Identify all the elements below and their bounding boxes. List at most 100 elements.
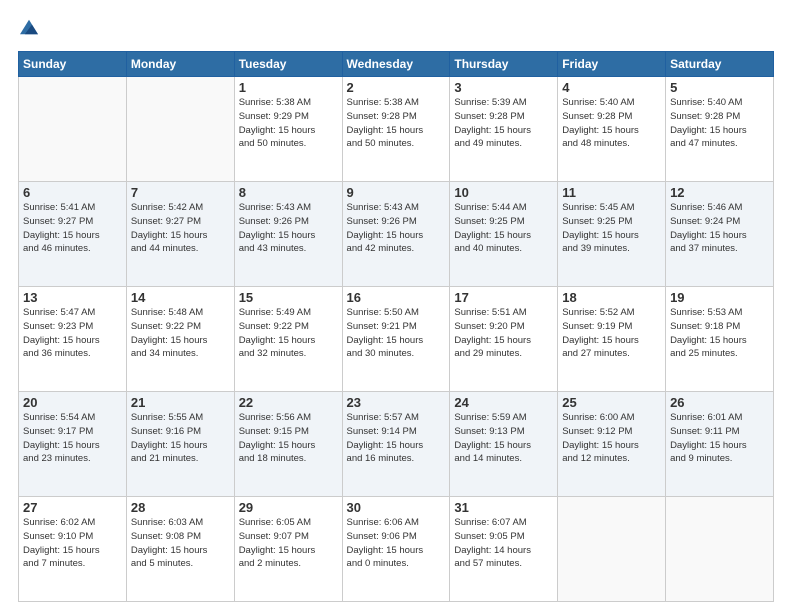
- calendar-cell: 6Sunrise: 5:41 AM Sunset: 9:27 PM Daylig…: [19, 182, 127, 287]
- day-number: 26: [670, 395, 769, 410]
- calendar-cell: 1Sunrise: 5:38 AM Sunset: 9:29 PM Daylig…: [234, 77, 342, 182]
- day-info: Sunrise: 5:47 AM Sunset: 9:23 PM Dayligh…: [23, 306, 122, 361]
- day-number: 15: [239, 290, 338, 305]
- day-number: 20: [23, 395, 122, 410]
- day-info: Sunrise: 6:05 AM Sunset: 9:07 PM Dayligh…: [239, 516, 338, 571]
- calendar-cell: 31Sunrise: 6:07 AM Sunset: 9:05 PM Dayli…: [450, 497, 558, 602]
- calendar-cell: 5Sunrise: 5:40 AM Sunset: 9:28 PM Daylig…: [666, 77, 774, 182]
- day-number: 11: [562, 185, 661, 200]
- day-info: Sunrise: 5:38 AM Sunset: 9:29 PM Dayligh…: [239, 96, 338, 151]
- day-number: 29: [239, 500, 338, 515]
- day-info: Sunrise: 5:40 AM Sunset: 9:28 PM Dayligh…: [562, 96, 661, 151]
- day-number: 19: [670, 290, 769, 305]
- day-number: 25: [562, 395, 661, 410]
- day-info: Sunrise: 6:01 AM Sunset: 9:11 PM Dayligh…: [670, 411, 769, 466]
- day-info: Sunrise: 5:50 AM Sunset: 9:21 PM Dayligh…: [347, 306, 446, 361]
- day-info: Sunrise: 5:52 AM Sunset: 9:19 PM Dayligh…: [562, 306, 661, 361]
- day-number: 28: [131, 500, 230, 515]
- calendar-table: SundayMondayTuesdayWednesdayThursdayFrid…: [18, 51, 774, 602]
- calendar-cell: 17Sunrise: 5:51 AM Sunset: 9:20 PM Dayli…: [450, 287, 558, 392]
- header: [18, 18, 774, 41]
- calendar-cell: 16Sunrise: 5:50 AM Sunset: 9:21 PM Dayli…: [342, 287, 450, 392]
- day-info: Sunrise: 6:06 AM Sunset: 9:06 PM Dayligh…: [347, 516, 446, 571]
- weekday-header-friday: Friday: [558, 52, 666, 77]
- calendar-cell: 2Sunrise: 5:38 AM Sunset: 9:28 PM Daylig…: [342, 77, 450, 182]
- calendar-cell: 27Sunrise: 6:02 AM Sunset: 9:10 PM Dayli…: [19, 497, 127, 602]
- calendar-cell: 25Sunrise: 6:00 AM Sunset: 9:12 PM Dayli…: [558, 392, 666, 497]
- calendar-cell: 10Sunrise: 5:44 AM Sunset: 9:25 PM Dayli…: [450, 182, 558, 287]
- calendar-cell: 19Sunrise: 5:53 AM Sunset: 9:18 PM Dayli…: [666, 287, 774, 392]
- calendar-cell: 22Sunrise: 5:56 AM Sunset: 9:15 PM Dayli…: [234, 392, 342, 497]
- day-info: Sunrise: 5:45 AM Sunset: 9:25 PM Dayligh…: [562, 201, 661, 256]
- calendar-week-row: 1Sunrise: 5:38 AM Sunset: 9:29 PM Daylig…: [19, 77, 774, 182]
- calendar-cell: 8Sunrise: 5:43 AM Sunset: 9:26 PM Daylig…: [234, 182, 342, 287]
- weekday-header-wednesday: Wednesday: [342, 52, 450, 77]
- calendar-cell: 14Sunrise: 5:48 AM Sunset: 9:22 PM Dayli…: [126, 287, 234, 392]
- calendar-cell: 29Sunrise: 6:05 AM Sunset: 9:07 PM Dayli…: [234, 497, 342, 602]
- day-info: Sunrise: 6:03 AM Sunset: 9:08 PM Dayligh…: [131, 516, 230, 571]
- calendar-cell: [126, 77, 234, 182]
- calendar-cell: 9Sunrise: 5:43 AM Sunset: 9:26 PM Daylig…: [342, 182, 450, 287]
- day-info: Sunrise: 5:44 AM Sunset: 9:25 PM Dayligh…: [454, 201, 553, 256]
- day-number: 12: [670, 185, 769, 200]
- calendar-cell: 15Sunrise: 5:49 AM Sunset: 9:22 PM Dayli…: [234, 287, 342, 392]
- day-info: Sunrise: 5:56 AM Sunset: 9:15 PM Dayligh…: [239, 411, 338, 466]
- weekday-header-thursday: Thursday: [450, 52, 558, 77]
- day-number: 3: [454, 80, 553, 95]
- day-info: Sunrise: 5:48 AM Sunset: 9:22 PM Dayligh…: [131, 306, 230, 361]
- day-number: 9: [347, 185, 446, 200]
- day-info: Sunrise: 6:00 AM Sunset: 9:12 PM Dayligh…: [562, 411, 661, 466]
- day-info: Sunrise: 6:02 AM Sunset: 9:10 PM Dayligh…: [23, 516, 122, 571]
- day-number: 31: [454, 500, 553, 515]
- day-info: Sunrise: 5:51 AM Sunset: 9:20 PM Dayligh…: [454, 306, 553, 361]
- calendar-cell: 13Sunrise: 5:47 AM Sunset: 9:23 PM Dayli…: [19, 287, 127, 392]
- day-number: 2: [347, 80, 446, 95]
- day-number: 7: [131, 185, 230, 200]
- day-number: 24: [454, 395, 553, 410]
- day-info: Sunrise: 5:40 AM Sunset: 9:28 PM Dayligh…: [670, 96, 769, 151]
- day-info: Sunrise: 5:42 AM Sunset: 9:27 PM Dayligh…: [131, 201, 230, 256]
- day-number: 13: [23, 290, 122, 305]
- calendar-cell: 28Sunrise: 6:03 AM Sunset: 9:08 PM Dayli…: [126, 497, 234, 602]
- calendar-cell: 4Sunrise: 5:40 AM Sunset: 9:28 PM Daylig…: [558, 77, 666, 182]
- calendar-cell: 3Sunrise: 5:39 AM Sunset: 9:28 PM Daylig…: [450, 77, 558, 182]
- weekday-header-sunday: Sunday: [19, 52, 127, 77]
- day-info: Sunrise: 5:39 AM Sunset: 9:28 PM Dayligh…: [454, 96, 553, 151]
- day-info: Sunrise: 6:07 AM Sunset: 9:05 PM Dayligh…: [454, 516, 553, 571]
- day-info: Sunrise: 5:54 AM Sunset: 9:17 PM Dayligh…: [23, 411, 122, 466]
- day-number: 21: [131, 395, 230, 410]
- logo-icon: [20, 18, 38, 36]
- day-number: 23: [347, 395, 446, 410]
- day-info: Sunrise: 5:53 AM Sunset: 9:18 PM Dayligh…: [670, 306, 769, 361]
- calendar-cell: [666, 497, 774, 602]
- weekday-header-tuesday: Tuesday: [234, 52, 342, 77]
- calendar-cell: 11Sunrise: 5:45 AM Sunset: 9:25 PM Dayli…: [558, 182, 666, 287]
- calendar-week-row: 20Sunrise: 5:54 AM Sunset: 9:17 PM Dayli…: [19, 392, 774, 497]
- day-number: 14: [131, 290, 230, 305]
- weekday-header-monday: Monday: [126, 52, 234, 77]
- day-info: Sunrise: 5:38 AM Sunset: 9:28 PM Dayligh…: [347, 96, 446, 151]
- calendar-cell: 20Sunrise: 5:54 AM Sunset: 9:17 PM Dayli…: [19, 392, 127, 497]
- day-info: Sunrise: 5:46 AM Sunset: 9:24 PM Dayligh…: [670, 201, 769, 256]
- day-number: 22: [239, 395, 338, 410]
- day-number: 1: [239, 80, 338, 95]
- day-info: Sunrise: 5:57 AM Sunset: 9:14 PM Dayligh…: [347, 411, 446, 466]
- day-info: Sunrise: 5:41 AM Sunset: 9:27 PM Dayligh…: [23, 201, 122, 256]
- calendar-cell: 21Sunrise: 5:55 AM Sunset: 9:16 PM Dayli…: [126, 392, 234, 497]
- day-number: 18: [562, 290, 661, 305]
- day-info: Sunrise: 5:43 AM Sunset: 9:26 PM Dayligh…: [239, 201, 338, 256]
- day-number: 10: [454, 185, 553, 200]
- calendar-cell: 30Sunrise: 6:06 AM Sunset: 9:06 PM Dayli…: [342, 497, 450, 602]
- day-info: Sunrise: 5:59 AM Sunset: 9:13 PM Dayligh…: [454, 411, 553, 466]
- weekday-header-saturday: Saturday: [666, 52, 774, 77]
- day-info: Sunrise: 5:43 AM Sunset: 9:26 PM Dayligh…: [347, 201, 446, 256]
- calendar-week-row: 13Sunrise: 5:47 AM Sunset: 9:23 PM Dayli…: [19, 287, 774, 392]
- calendar-cell: 18Sunrise: 5:52 AM Sunset: 9:19 PM Dayli…: [558, 287, 666, 392]
- calendar-cell: [558, 497, 666, 602]
- calendar-cell: 26Sunrise: 6:01 AM Sunset: 9:11 PM Dayli…: [666, 392, 774, 497]
- calendar-week-row: 6Sunrise: 5:41 AM Sunset: 9:27 PM Daylig…: [19, 182, 774, 287]
- weekday-header-row: SundayMondayTuesdayWednesdayThursdayFrid…: [19, 52, 774, 77]
- calendar-cell: [19, 77, 127, 182]
- calendar-cell: 7Sunrise: 5:42 AM Sunset: 9:27 PM Daylig…: [126, 182, 234, 287]
- page: SundayMondayTuesdayWednesdayThursdayFrid…: [0, 0, 792, 612]
